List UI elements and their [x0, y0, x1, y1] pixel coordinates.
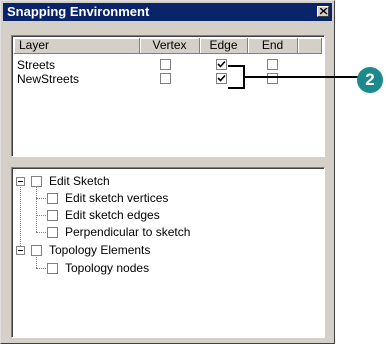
callout-badge: 2: [357, 67, 383, 93]
callout-bracket: [228, 65, 358, 89]
